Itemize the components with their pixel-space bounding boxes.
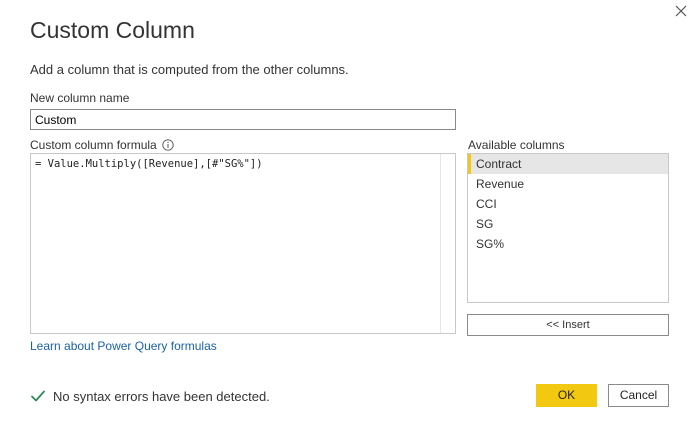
close-icon <box>672 2 690 20</box>
new-column-name-label: New column name <box>30 91 130 105</box>
formula-label-row: Custom column formula <box>30 138 174 152</box>
available-columns-label: Available columns <box>468 138 565 152</box>
status-text: No syntax errors have been detected. <box>53 388 270 404</box>
column-item-sg-percent[interactable]: SG% <box>468 234 668 254</box>
cancel-button[interactable]: Cancel <box>608 384 669 407</box>
ok-button[interactable]: OK <box>536 384 597 407</box>
formula-text[interactable]: = Value.Multiply([Revenue],[#"SG%"]) <box>35 158 263 170</box>
dialog-title: Custom Column <box>30 17 195 43</box>
checkmark-icon <box>30 388 46 404</box>
dialog-description: Add a column that is computed from the o… <box>30 62 349 77</box>
formula-scrollbar[interactable] <box>440 154 455 333</box>
insert-button[interactable]: << Insert <box>467 314 669 336</box>
column-item-cci[interactable]: CCI <box>468 194 668 214</box>
formula-label: Custom column formula <box>30 138 157 152</box>
column-item-contract[interactable]: Contract <box>468 154 668 174</box>
column-item-sg[interactable]: SG <box>468 214 668 234</box>
info-icon[interactable] <box>162 139 174 151</box>
formula-editor[interactable]: = Value.Multiply([Revenue],[#"SG%"]) <box>30 153 456 334</box>
close-button[interactable] <box>672 2 690 20</box>
column-item-revenue[interactable]: Revenue <box>468 174 668 194</box>
new-column-name-input[interactable] <box>30 109 456 130</box>
available-columns-list[interactable]: Contract Revenue CCI SG SG% <box>467 153 669 303</box>
syntax-status: No syntax errors have been detected. <box>30 388 270 404</box>
learn-power-query-link[interactable]: Learn about Power Query formulas <box>30 339 217 353</box>
